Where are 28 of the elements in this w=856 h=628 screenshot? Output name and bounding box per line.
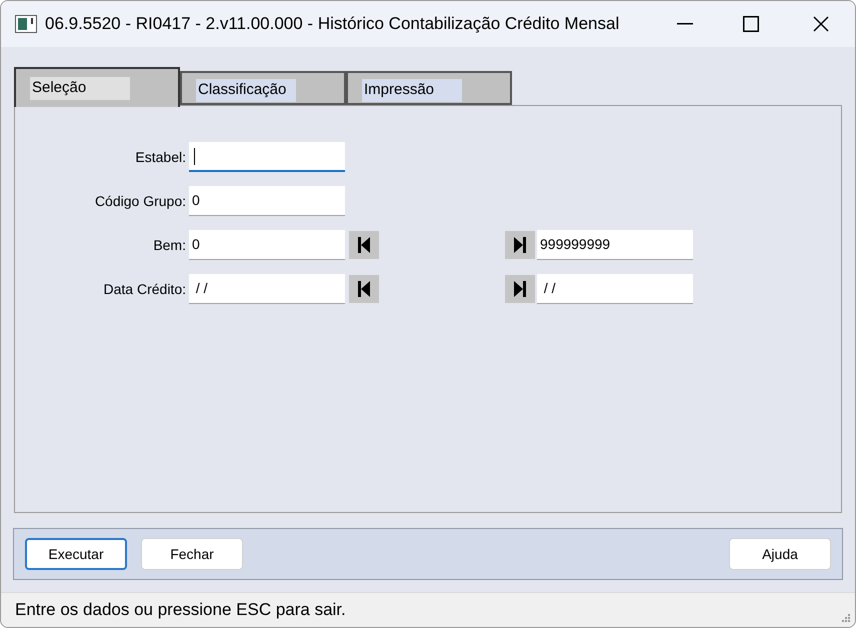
last-icon[interactable] [505,231,535,259]
dialog-button[interactable]: Executar [25,538,127,570]
help-button[interactable]: Ajuda [729,538,831,570]
field-label: Código Grupo: [94,192,187,211]
minimize-icon[interactable] [677,23,693,25]
tab[interactable]: Impressão [346,71,512,105]
first-icon[interactable] [349,231,379,259]
maximize-icon[interactable] [743,16,759,32]
input-field[interactable]: / / [537,274,693,304]
status-text: Entre os dados ou pressione ESC para sair. [15,599,346,622]
last-icon[interactable] [505,275,535,303]
input-field[interactable]: 0 [189,186,345,216]
app-icon [15,15,37,33]
input-field[interactable]: 0 [189,230,345,260]
input-field[interactable]: 999999999 [537,230,693,260]
resize-grip-icon [841,613,851,623]
field-label: Bem: [152,236,187,254]
field-label: Data Crédito: [102,280,187,298]
dialog-button[interactable]: Fechar [141,538,243,570]
input-field[interactable] [189,142,345,172]
text-cursor-icon [194,148,195,164]
first-icon[interactable] [349,275,379,303]
tab[interactable]: Seleção [14,67,180,107]
close-icon[interactable] [813,16,829,32]
tab[interactable]: Classificação [180,71,346,105]
window-title: 06.9.5520 - RI0417 - 2.v11.00.000 - Histórico Contabilização Crédito Mensal [45,13,620,36]
field-label: Estabel: [134,148,187,166]
input-field[interactable]: / / [189,274,345,304]
